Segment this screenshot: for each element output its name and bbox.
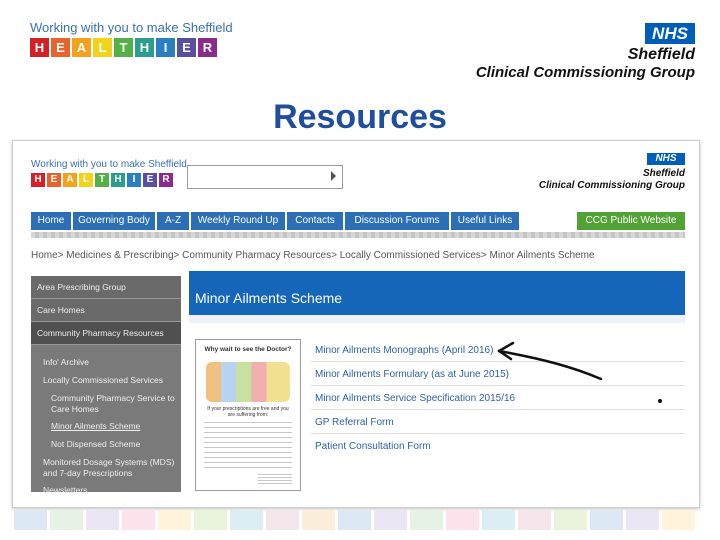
site-nhs-logo: NHS	[647, 153, 685, 165]
footer-swatch	[662, 510, 695, 530]
nav-ccg-public-website[interactable]: CCG Public Website	[577, 212, 685, 230]
search-arrow-icon[interactable]	[331, 171, 336, 181]
poster-symptom-list	[204, 422, 292, 468]
content-divider	[189, 315, 685, 323]
breadcrumb[interactable]: Home> Medicines & Prescribing> Community…	[31, 250, 595, 261]
nhs-logo: NHS	[645, 23, 695, 44]
footer-swatch	[338, 510, 371, 530]
healthier-letter: R	[198, 38, 217, 57]
poster-title: Why wait to see the Doctor?	[204, 346, 292, 353]
sidebar-item-minor-ailments-scheme[interactable]: Minor Ailments Scheme	[51, 421, 140, 432]
link-gp-referral-form[interactable]: GP Referral Form	[315, 417, 394, 428]
footer-swatch	[230, 510, 263, 530]
healthier-letter: H	[135, 38, 154, 57]
healthier-letter: E	[143, 173, 157, 187]
footer-swatch	[590, 510, 623, 530]
sidebar-item-mds-line2[interactable]: and 7-day Prescriptions	[43, 468, 132, 479]
annotation-arrow-icon	[497, 341, 603, 381]
footer-swatch	[554, 510, 587, 530]
footer-color-strip	[14, 510, 695, 530]
website-screenshot: Working with you to make Sheffield HEALT…	[12, 140, 700, 508]
healthier-letter: E	[47, 173, 61, 187]
footer-swatch	[86, 510, 119, 530]
annotation-dot	[658, 399, 662, 403]
footer-swatch	[158, 510, 191, 530]
link-service-specification[interactable]: Minor Ailments Service Specification 201…	[315, 393, 515, 404]
healthier-letter: L	[93, 38, 112, 57]
brand-tagline: Working with you to make Sheffield	[30, 20, 233, 35]
healthier-letter: I	[156, 38, 175, 57]
sidebar-item-newsletters[interactable]: Newsletters	[43, 485, 87, 496]
healthier-logo: HEALTHIER	[30, 38, 217, 57]
footer-swatch	[446, 510, 479, 530]
footer-swatch	[122, 510, 155, 530]
sidebar: Area Prescribing Group Care Homes Commun…	[31, 276, 181, 495]
nav-discussion-forums[interactable]: Discussion Forums	[345, 212, 449, 230]
healthier-letter: H	[31, 173, 45, 187]
healthier-letter: E	[51, 38, 70, 57]
org-name-line2: Clinical Commissioning Group	[475, 64, 695, 81]
healthier-letter: A	[72, 38, 91, 57]
link-formulary[interactable]: Minor Ailments Formulary (as at June 201…	[315, 369, 509, 380]
link-separator	[311, 433, 685, 434]
footer-swatch	[626, 510, 659, 530]
footer-swatch	[266, 510, 299, 530]
site-nav: Home Governing Body A-Z Weekly Round Up …	[31, 212, 519, 230]
healthier-letter: H	[111, 173, 125, 187]
healthier-letter: R	[159, 173, 173, 187]
org-name-line1: Sheffield	[627, 46, 695, 63]
sidebar-item-community-pharmacy-resources[interactable]: Community Pharmacy Resources	[31, 322, 181, 345]
sidebar-item-area-prescribing-group[interactable]: Area Prescribing Group	[31, 276, 181, 299]
footer-swatch	[410, 510, 443, 530]
sidebar-item-cps-care-homes-line1[interactable]: Community Pharmacy Service to	[51, 393, 175, 404]
healthier-letter: T	[95, 173, 109, 187]
nav-contacts[interactable]: Contacts	[287, 212, 343, 230]
poster-footer-text	[258, 474, 292, 484]
sidebar-item-mds-line1[interactable]: Monitored Dosage Systems (MDS)	[43, 457, 174, 468]
content-title: Minor Ailments Scheme	[195, 290, 343, 306]
footer-swatch	[518, 510, 551, 530]
site-healthier-logo: HEALTHIER	[31, 173, 173, 187]
healthier-letter: H	[30, 38, 49, 57]
site-tagline: Working with you to make Sheffield	[31, 159, 187, 170]
sidebar-item-cps-care-homes-line2[interactable]: Care Homes	[51, 404, 99, 415]
nav-home[interactable]: Home	[31, 212, 71, 230]
poster-subtitle: If your prescriptions are free and you a…	[207, 406, 289, 418]
site-search-input[interactable]	[187, 165, 343, 189]
slide-title: Resources	[273, 98, 447, 136]
poster-thumbnail[interactable]: Why wait to see the Doctor? If your pres…	[195, 339, 301, 491]
footer-swatch	[482, 510, 515, 530]
link-monographs[interactable]: Minor Ailments Monographs (April 2016)	[315, 345, 493, 356]
footer-swatch	[302, 510, 335, 530]
footer-swatch	[194, 510, 227, 530]
healthier-letter: I	[127, 173, 141, 187]
sidebar-item-not-dispensed-scheme[interactable]: Not Dispensed Scheme	[51, 439, 140, 450]
nav-a-z[interactable]: A-Z	[157, 212, 189, 230]
healthier-letter: E	[177, 38, 196, 57]
nav-governing-body[interactable]: Governing Body	[73, 212, 155, 230]
sidebar-item-care-homes[interactable]: Care Homes	[31, 299, 181, 322]
content-title-bar: Minor Ailments Scheme	[189, 271, 685, 315]
healthier-letter: L	[79, 173, 93, 187]
poster-illustration	[206, 362, 290, 402]
footer-swatch	[374, 510, 407, 530]
healthier-letter: A	[63, 173, 77, 187]
footer-swatch	[50, 510, 83, 530]
nav-underline	[31, 232, 685, 238]
site-org-line2: Clinical Commissioning Group	[538, 180, 685, 191]
nav-weekly-round-up[interactable]: Weekly Round Up	[191, 212, 285, 230]
sidebar-item-locally-commissioned-services[interactable]: Locally Commissioned Services	[43, 375, 163, 386]
healthier-letter: T	[114, 38, 133, 57]
link-separator	[311, 409, 685, 410]
footer-swatch	[14, 510, 47, 530]
site-org-line1: Sheffield	[642, 168, 685, 179]
sidebar-item-info-archive[interactable]: Info' Archive	[43, 357, 89, 368]
link-patient-consultation-form[interactable]: Patient Consultation Form	[315, 441, 431, 452]
nav-useful-links[interactable]: Useful Links	[451, 212, 519, 230]
